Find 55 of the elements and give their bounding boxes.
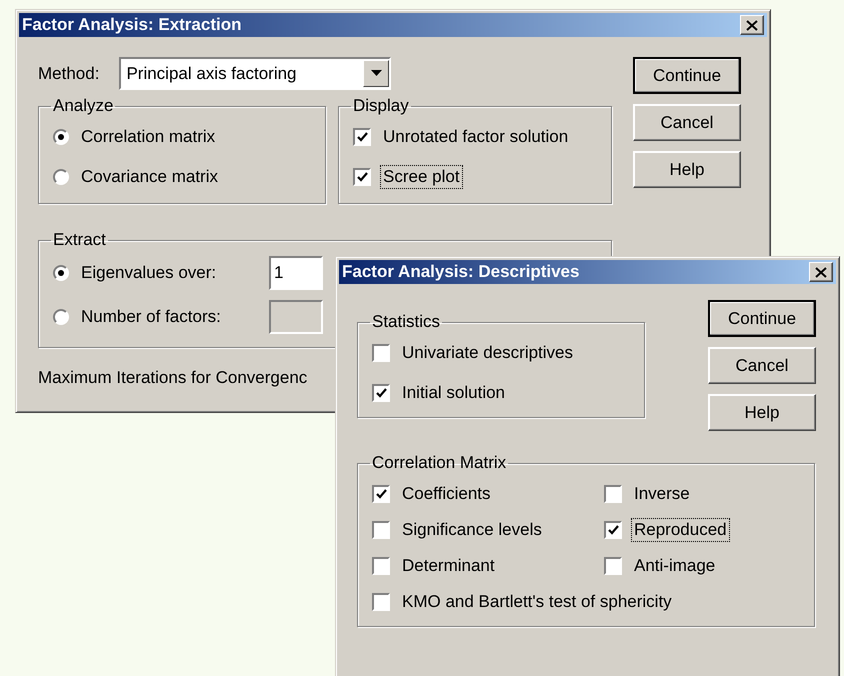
check-icon — [356, 172, 368, 182]
checkbox-label[interactable]: KMO and Bartlett's test of sphericity — [400, 591, 674, 613]
check-icon — [356, 132, 368, 142]
group-title: Display — [352, 96, 410, 116]
dialog-button[interactable]: Help — [633, 151, 741, 188]
radio-label[interactable]: Correlation matrix — [79, 126, 218, 148]
checkbox[interactable] — [372, 384, 390, 402]
dialog-button[interactable]: Continue — [708, 300, 816, 337]
group-title: Statistics — [371, 312, 442, 332]
checkbox-label[interactable]: Initial solution — [400, 382, 508, 404]
radio-button[interactable] — [53, 129, 69, 145]
close-icon — [815, 266, 827, 278]
checkbox-label[interactable]: Significance levels — [400, 519, 544, 541]
checkbox-label[interactable]: Unrotated factor solution — [381, 126, 570, 148]
checkbox[interactable] — [604, 485, 622, 503]
group-title: Analyze — [52, 96, 114, 116]
checkbox[interactable] — [372, 485, 390, 503]
radio-label[interactable]: Covariance matrix — [79, 166, 220, 188]
checkbox-label[interactable]: Univariate descriptives — [400, 342, 576, 364]
close-button[interactable] — [809, 262, 833, 282]
group-title: Extract — [52, 230, 107, 250]
close-icon — [746, 20, 758, 30]
radio-button[interactable] — [53, 265, 69, 281]
dialog-button[interactable]: Cancel — [708, 347, 816, 384]
number-field[interactable]: 1 — [269, 256, 323, 290]
checkbox-label[interactable]: Scree plot — [381, 166, 462, 188]
checkbox[interactable] — [604, 521, 622, 539]
method-dropdown[interactable]: Principal axis factoring — [119, 57, 392, 90]
checkbox-label[interactable]: Coefficients — [400, 483, 493, 505]
check-icon — [376, 388, 386, 398]
check-icon — [376, 489, 386, 499]
checkbox[interactable] — [353, 128, 371, 146]
checkbox-label[interactable]: Reproduced — [632, 519, 729, 541]
checkbox[interactable] — [372, 593, 390, 611]
checkbox[interactable] — [372, 557, 390, 575]
dialog-button[interactable]: Help — [708, 394, 816, 431]
check-icon — [608, 525, 618, 535]
checkbox-label[interactable]: Determinant — [400, 555, 497, 577]
group-title: Correlation Matrix — [371, 453, 508, 473]
iterations-label: Maximum Iterations for Convergenc — [38, 368, 308, 388]
checkbox-label[interactable]: Anti-image — [632, 555, 718, 577]
window-title: Factor Analysis: Extraction — [22, 15, 242, 35]
checkbox[interactable] — [372, 344, 390, 362]
radio-button[interactable] — [53, 169, 69, 185]
checkbox[interactable] — [372, 521, 390, 539]
window-title: Factor Analysis: Descriptives — [342, 262, 580, 282]
checkbox[interactable] — [353, 168, 371, 186]
checkbox[interactable] — [604, 557, 622, 575]
dropdown-arrow-icon — [370, 70, 382, 77]
radio-label[interactable]: Eigenvalues over: — [79, 262, 218, 284]
method-label: Method: — [38, 64, 100, 84]
close-button[interactable] — [740, 15, 764, 35]
dialog-button[interactable]: Cancel — [633, 104, 741, 141]
checkbox-label[interactable]: Inverse — [632, 483, 692, 505]
dialog-button[interactable]: Continue — [633, 57, 741, 94]
